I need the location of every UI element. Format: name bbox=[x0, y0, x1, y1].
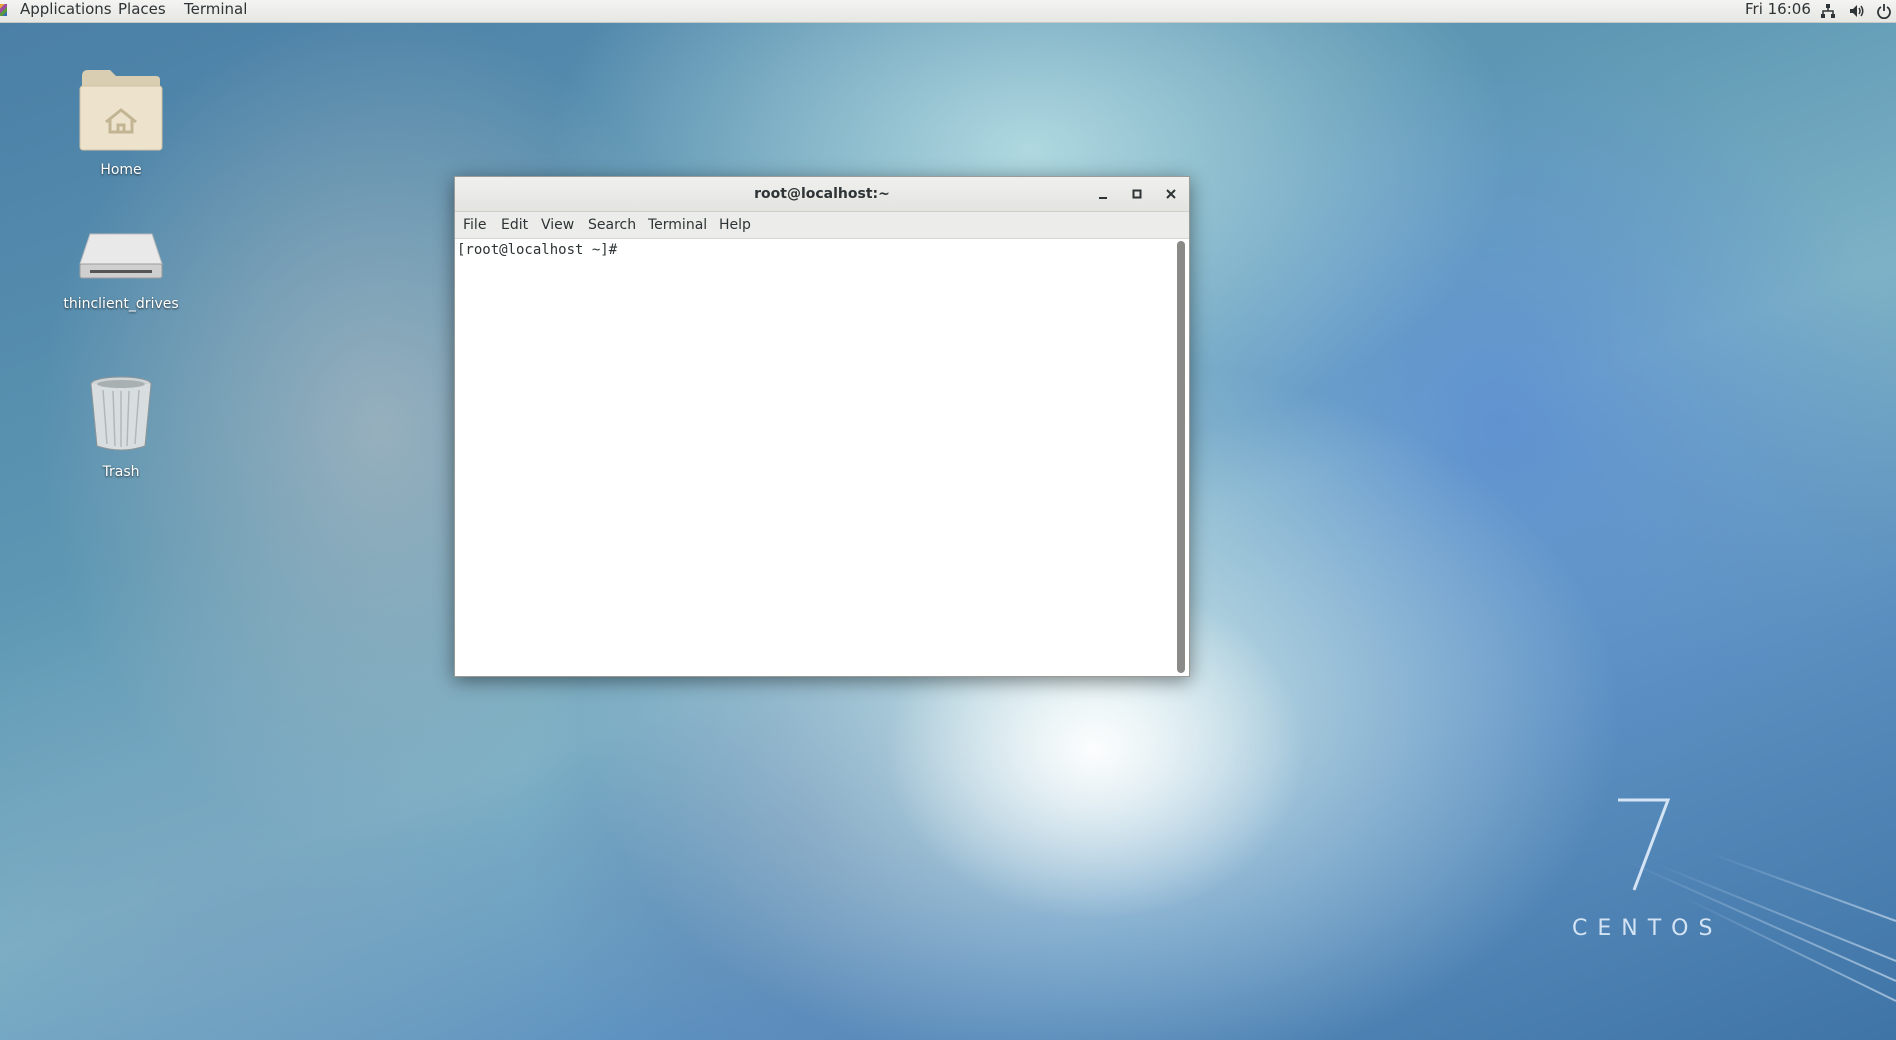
centos-7-logo bbox=[1618, 798, 1671, 891]
places-menu[interactable]: Places bbox=[118, 0, 166, 22]
centos-wordmark: CENTOS bbox=[1572, 916, 1723, 941]
terminal-menubar: File Edit View Search Terminal Help bbox=[455, 212, 1189, 239]
wallpaper-streaks bbox=[1476, 710, 1896, 1040]
terminal-output[interactable]: [root@localhost ~]# bbox=[455, 239, 1175, 676]
menu-edit[interactable]: Edit bbox=[501, 212, 528, 238]
menu-terminal[interactable]: Terminal bbox=[648, 212, 707, 238]
applications-logo-icon bbox=[0, 4, 7, 16]
close-icon[interactable] bbox=[1163, 186, 1179, 202]
clock[interactable]: Fri 16:06 bbox=[1745, 0, 1811, 22]
desktop-icon-label: Trash bbox=[102, 464, 140, 480]
desktop-icon-thinclient-drives[interactable]: thinclient_drives bbox=[46, 230, 196, 312]
desktop-icon-trash[interactable]: Trash bbox=[46, 374, 196, 480]
desktop-icon-label: Home bbox=[100, 162, 142, 178]
drive-icon bbox=[79, 233, 163, 279]
maximize-icon[interactable] bbox=[1129, 186, 1145, 202]
menu-search[interactable]: Search bbox=[588, 212, 636, 238]
desktop-icon-label: thinclient_drives bbox=[63, 296, 179, 312]
terminal-titlebar[interactable]: root@localhost:~ bbox=[455, 177, 1189, 212]
desktop-icon-home[interactable]: Home bbox=[46, 68, 196, 178]
terminal-window[interactable]: root@localhost:~ File Edit View Search T… bbox=[454, 176, 1190, 677]
shell-prompt: [root@localhost ~]# bbox=[457, 242, 618, 258]
power-icon[interactable] bbox=[1876, 3, 1892, 19]
menu-file[interactable]: File bbox=[463, 212, 486, 238]
terminal-app-menu[interactable]: Terminal bbox=[184, 0, 247, 22]
terminal-scrollbar[interactable] bbox=[1177, 241, 1185, 673]
window-title: root@localhost:~ bbox=[754, 186, 890, 202]
volume-icon[interactable] bbox=[1849, 3, 1865, 19]
applications-menu[interactable]: Applications bbox=[20, 0, 112, 22]
minimize-icon[interactable] bbox=[1095, 186, 1111, 202]
home-folder-icon bbox=[79, 70, 163, 151]
top-bar: Applications Places Terminal Fri 16:06 bbox=[0, 0, 1896, 23]
menu-help[interactable]: Help bbox=[719, 212, 751, 238]
menu-view[interactable]: View bbox=[541, 212, 574, 238]
trash-icon bbox=[90, 376, 152, 451]
network-icon[interactable] bbox=[1820, 3, 1836, 19]
